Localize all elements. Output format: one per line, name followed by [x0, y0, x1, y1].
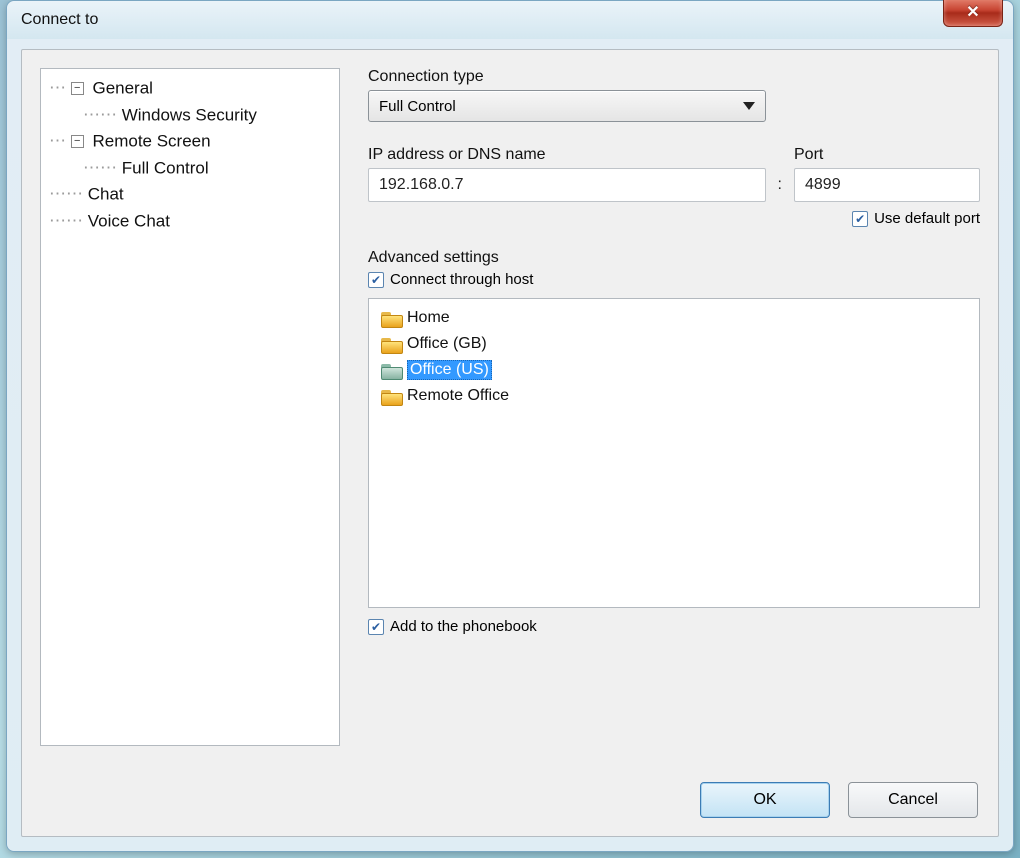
- tree-item-full-control[interactable]: ⋯⋯ Full Control: [49, 155, 331, 182]
- close-button[interactable]: ✕: [943, 0, 1003, 27]
- cancel-button[interactable]: Cancel: [848, 782, 978, 818]
- use-default-port-label: Use default port: [874, 210, 980, 227]
- tree-connector: ⋯⋯: [49, 211, 83, 230]
- dialog-window: Connect to ✕ ⋯ − General ⋯⋯ Windows Secu…: [6, 0, 1014, 852]
- ip-input[interactable]: 192.168.0.7: [368, 168, 766, 202]
- collapse-icon[interactable]: −: [71, 135, 84, 148]
- button-bar: OK Cancel: [22, 770, 998, 836]
- ip-value: 192.168.0.7: [379, 176, 464, 194]
- tree-connector: ⋯⋯: [83, 105, 117, 124]
- host-item-remote-office[interactable]: Remote Office: [377, 383, 971, 409]
- chevron-down-icon: [743, 102, 755, 110]
- tree-item-general[interactable]: ⋯ − General: [49, 75, 331, 102]
- checkbox-icon: ✔: [368, 272, 384, 288]
- connection-type-combo[interactable]: Full Control: [368, 90, 766, 122]
- port-value: 4899: [805, 176, 841, 194]
- close-icon: ✕: [966, 2, 979, 22]
- ok-button[interactable]: OK: [700, 782, 830, 818]
- tree-item-chat[interactable]: ⋯⋯ Chat: [49, 181, 331, 208]
- folder-icon: [381, 336, 401, 352]
- settings-panel: Connection type Full Control IP address …: [368, 68, 980, 770]
- host-item-home[interactable]: Home: [377, 305, 971, 331]
- advanced-settings-label: Advanced settings: [368, 249, 980, 267]
- ip-label: IP address or DNS name: [368, 146, 766, 164]
- add-to-phonebook-label: Add to the phonebook: [390, 618, 537, 635]
- connection-type-value: Full Control: [379, 98, 456, 115]
- tree-connector: ⋯⋯: [49, 184, 83, 203]
- tree-item-voice-chat[interactable]: ⋯⋯ Voice Chat: [49, 208, 331, 235]
- host-item-office-us[interactable]: Office (US): [377, 357, 971, 383]
- tree-item-remote-screen[interactable]: ⋯ − Remote Screen: [49, 128, 331, 155]
- use-default-port-checkbox[interactable]: ✔ Use default port: [852, 210, 980, 227]
- tree-connector: ⋯⋯: [83, 158, 117, 177]
- connect-through-host-checkbox[interactable]: ✔ Connect through host: [368, 271, 980, 288]
- collapse-icon[interactable]: −: [71, 82, 84, 95]
- client-area: ⋯ − General ⋯⋯ Windows Security ⋯ − Remo…: [21, 49, 999, 837]
- nav-tree[interactable]: ⋯ − General ⋯⋯ Windows Security ⋯ − Remo…: [40, 68, 340, 746]
- window-title: Connect to: [21, 11, 98, 29]
- folder-open-icon: [381, 362, 401, 378]
- add-to-phonebook-checkbox[interactable]: ✔ Add to the phonebook: [368, 618, 980, 635]
- ip-port-separator: :: [778, 176, 782, 202]
- connect-through-host-label: Connect through host: [390, 271, 533, 288]
- host-list[interactable]: Home Office (GB) Office (US) Remote Offi…: [368, 298, 980, 608]
- port-label: Port: [794, 146, 980, 164]
- folder-icon: [381, 388, 401, 404]
- checkbox-icon: ✔: [368, 619, 384, 635]
- checkbox-icon: ✔: [852, 211, 868, 227]
- folder-icon: [381, 310, 401, 326]
- tree-connector: ⋯: [49, 78, 66, 97]
- tree-connector: ⋯: [49, 131, 66, 150]
- connection-type-label: Connection type: [368, 68, 980, 86]
- port-input[interactable]: 4899: [794, 168, 980, 202]
- titlebar[interactable]: Connect to ✕: [7, 1, 1013, 39]
- host-item-office-gb[interactable]: Office (GB): [377, 331, 971, 357]
- tree-item-windows-security[interactable]: ⋯⋯ Windows Security: [49, 102, 331, 129]
- content-area: ⋯ − General ⋯⋯ Windows Security ⋯ − Remo…: [22, 50, 998, 770]
